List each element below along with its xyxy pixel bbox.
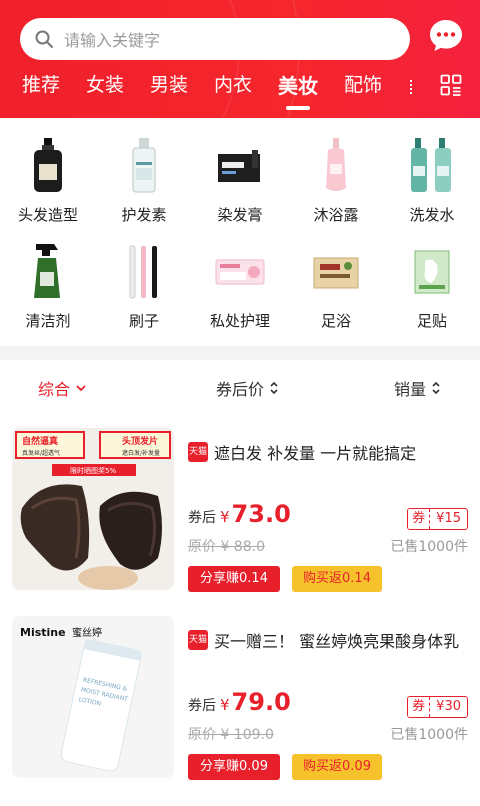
subcategory-grid: 头发造型 护发素 染发膏 沐浴露 洗发水 清洁剂 刷子 私处护理 足浴 足贴: [0, 118, 480, 346]
intimate-care-image: [210, 244, 270, 300]
original-price: 原价 ¥ 88.0: [188, 539, 265, 555]
category-hair-styling[interactable]: 头发造型: [0, 138, 96, 225]
category-label: 洗发水: [409, 206, 455, 224]
category-label: 足贴: [416, 312, 447, 330]
section-divider: [0, 346, 480, 360]
category-shampoo[interactable]: 洗发水: [384, 138, 480, 225]
category-foot-patch[interactable]: 足贴: [384, 244, 480, 331]
share-earn-button[interactable]: 分享赚0.09: [188, 754, 280, 780]
search-bar[interactable]: 请输入关键字: [20, 18, 410, 60]
message-icon[interactable]: [428, 18, 464, 54]
hair-styling-image: [18, 138, 78, 194]
coupon-value: ¥15: [436, 511, 461, 526]
category-brush[interactable]: 刷子: [96, 244, 192, 331]
product-title-text: 遮白发 补发量 一片就能搞定: [214, 444, 417, 463]
brush-image: [114, 244, 174, 300]
sort-overall-label: 综合: [38, 380, 71, 399]
tab-recommend[interactable]: 推荐: [22, 70, 60, 97]
price-row: 券后 ¥ 79.0: [188, 688, 291, 716]
tab-accessories[interactable]: 配饰: [344, 70, 382, 97]
tab-women[interactable]: 女装: [86, 70, 124, 97]
purchase-rebate-button[interactable]: 购买返0.09: [292, 754, 382, 780]
price-label: 券后: [188, 698, 216, 714]
category-label: 沐浴露: [313, 206, 359, 224]
category-hair-dye[interactable]: 染发膏: [192, 138, 288, 225]
sold-count: 已售1000件: [390, 539, 468, 555]
category-tabs: 推荐 女装 男装 内衣 美妆 配饰: [0, 66, 480, 110]
product-image[interactable]: 自然逼真 真发丝/超透气 头顶发片 遮白发/补发量 限时晒图奖5%: [12, 428, 174, 590]
product-card[interactable]: 自然逼真 真发丝/超透气 头顶发片 遮白发/补发量 限时晒图奖5% 天猫 遮白发…: [0, 428, 480, 618]
active-tab-indicator: [286, 106, 310, 110]
image-tag-natural-sub: 真发丝/超透气: [22, 449, 60, 457]
category-label: 足浴: [320, 312, 351, 330]
category-body-wash[interactable]: 沐浴露: [288, 138, 384, 225]
product-title[interactable]: 天猫 买一赠三！ 蜜丝婷焕亮果酸身体乳: [188, 628, 468, 652]
tmall-badge: 天猫: [188, 630, 208, 650]
price-value: 73.0: [231, 500, 291, 528]
foot-patch-image: [402, 244, 462, 300]
body-wash-image: [306, 138, 366, 194]
search-input[interactable]: 请输入关键字: [64, 27, 160, 51]
purchase-rebate-button[interactable]: 购买返0.14: [292, 566, 382, 592]
sort-updown-icon: [432, 381, 440, 395]
category-foot-bath[interactable]: 足浴: [288, 244, 384, 331]
sort-after-coupon-price[interactable]: 券后价: [216, 376, 279, 400]
category-cleaner[interactable]: 清洁剂: [0, 244, 96, 331]
top-header: 请输入关键字 推荐 女装 男装 内衣 美妆 配饰: [0, 0, 480, 118]
coupon-badge[interactable]: 券 ¥30: [407, 696, 468, 718]
product-image[interactable]: Mistine 蜜丝婷 REFRESHING & MOIST RADIANT L…: [12, 616, 174, 778]
conditioner-image: [114, 138, 174, 194]
category-label: 染发膏: [217, 206, 263, 224]
image-tag-natural: 自然逼真: [22, 435, 58, 447]
product-title[interactable]: 天猫 遮白发 补发量 一片就能搞定: [188, 440, 468, 464]
sort-sales-label: 销量: [394, 380, 427, 399]
search-icon: [35, 30, 53, 48]
image-banner: 限时晒图奖5%: [70, 466, 116, 475]
coupon-badge[interactable]: 券 ¥15: [407, 508, 468, 530]
product-card[interactable]: Mistine 蜜丝婷 REFRESHING & MOIST RADIANT L…: [0, 616, 480, 806]
sort-updown-icon: [270, 381, 278, 395]
sort-price-label: 券后价: [216, 380, 265, 399]
category-conditioner[interactable]: 护发素: [96, 138, 192, 225]
product-title-text: 买一赠三！ 蜜丝婷焕亮果酸身体乳: [214, 632, 460, 651]
category-label: 头发造型: [17, 206, 78, 224]
sold-count: 已售1000件: [390, 727, 468, 743]
tab-men[interactable]: 男装: [150, 70, 188, 97]
price-value: 79.0: [231, 688, 291, 716]
category-label: 私处护理: [209, 312, 270, 330]
currency-symbol: ¥: [220, 508, 230, 526]
tab-beauty[interactable]: 美妆: [278, 70, 318, 99]
chevron-down-icon: [76, 385, 86, 392]
share-earn-button[interactable]: 分享赚0.14: [188, 566, 280, 592]
tmall-badge: 天猫: [188, 442, 208, 462]
coupon-value: ¥30: [436, 699, 461, 714]
category-label: 护发素: [121, 206, 167, 224]
category-grid-icon[interactable]: [440, 74, 462, 96]
price-row: 券后 ¥ 73.0: [188, 500, 291, 528]
category-intimate-care[interactable]: 私处护理: [192, 244, 288, 331]
hair-dye-image: [210, 138, 270, 194]
currency-symbol: ¥: [220, 696, 230, 714]
coupon-label: 券: [408, 509, 431, 529]
sort-bar: 综合 券后价 销量: [0, 360, 480, 410]
shampoo-image: [402, 138, 462, 194]
coupon-label: 券: [408, 697, 431, 717]
tab-underwear[interactable]: 内衣: [214, 70, 252, 97]
category-label: 刷子: [128, 312, 159, 330]
tabs-divider: [410, 80, 412, 94]
sort-sales[interactable]: 销量: [394, 376, 441, 400]
category-label: 清洁剂: [25, 312, 71, 330]
cleaner-image: [18, 244, 78, 300]
image-brand: Mistine: [20, 626, 66, 639]
foot-bath-image: [306, 244, 366, 300]
image-brand-cn: 蜜丝婷: [72, 626, 102, 639]
image-tag-hairpiece: 头顶发片: [122, 435, 158, 447]
original-price: 原价 ¥ 109.0: [188, 727, 274, 743]
sort-overall[interactable]: 综合: [38, 376, 87, 400]
price-label: 券后: [188, 510, 216, 526]
image-tag-hairpiece-sub: 遮白发/补发量: [122, 449, 160, 457]
